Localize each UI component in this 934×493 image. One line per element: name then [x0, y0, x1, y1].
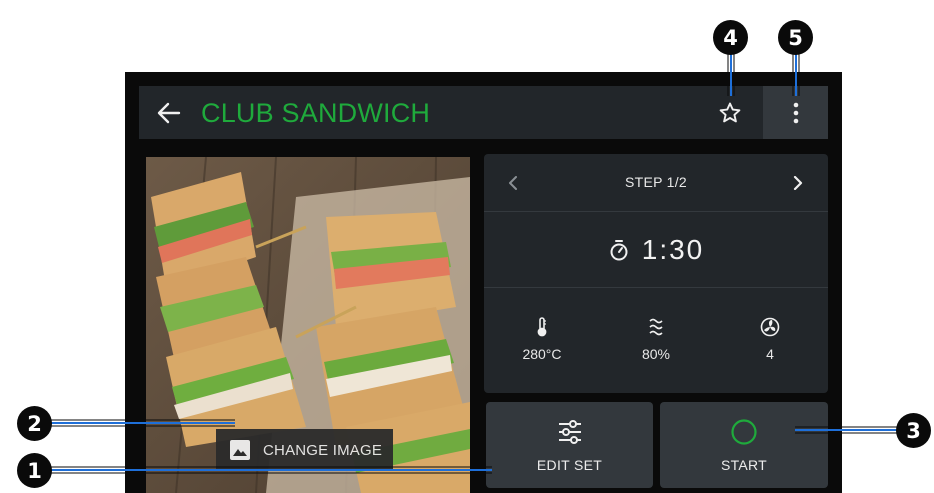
callout-4: 4 — [713, 20, 748, 55]
callout-5: 5 — [778, 20, 813, 55]
callout-2: 2 — [17, 406, 52, 441]
callout-1: 1 — [17, 453, 52, 488]
callout-3: 3 — [896, 413, 931, 448]
callout-leaders — [50, 50, 900, 474]
